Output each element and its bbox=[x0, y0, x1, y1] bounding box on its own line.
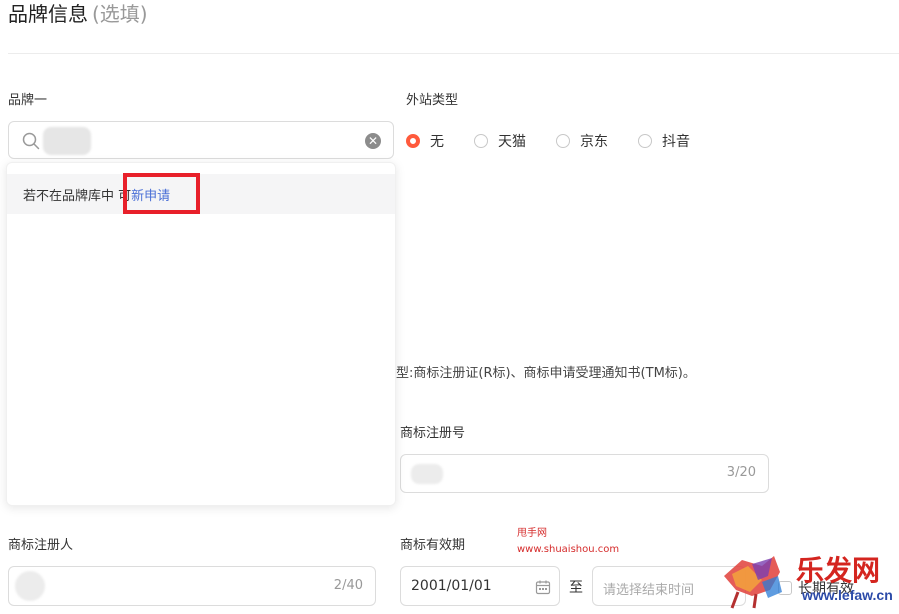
brand-label: 品牌一 bbox=[8, 93, 48, 108]
lefaw-logo: 乐发网 www.lefaw.cn bbox=[724, 554, 892, 609]
calendar-icon bbox=[535, 580, 551, 595]
logo-url: www.lefaw.cn bbox=[801, 587, 892, 603]
not-found-row: 若不在品牌库中 可新申请 bbox=[7, 174, 395, 214]
registrant-input[interactable]: 2/40 bbox=[8, 566, 376, 606]
shuaishou-watermark: 甩手网 www.shuaishou.com bbox=[517, 526, 619, 558]
trademark-number-input[interactable]: 3/20 bbox=[400, 454, 769, 493]
highlight-annotation bbox=[123, 173, 200, 214]
brand-search-input[interactable]: ✕ bbox=[8, 121, 394, 159]
radio-douyin[interactable]: 抖音 bbox=[638, 131, 690, 151]
section-title-text: 品牌信息 bbox=[8, 2, 88, 26]
radio-unchecked-icon bbox=[474, 134, 488, 148]
trademark-number-label: 商标注册号 bbox=[400, 426, 466, 441]
radio-label: 无 bbox=[430, 134, 444, 150]
site-type-label: 外站类型 bbox=[406, 93, 459, 108]
end-date-placeholder: 请选择结束时间 bbox=[603, 583, 695, 598]
radio-jd[interactable]: 京东 bbox=[556, 131, 608, 151]
site-type-radio-group: 无 天猫 京东 抖音 bbox=[406, 131, 720, 151]
registrant-label: 商标注册人 bbox=[8, 538, 74, 553]
radio-label: 抖音 bbox=[662, 134, 690, 150]
radio-unchecked-icon bbox=[556, 134, 570, 148]
validity-start-input[interactable]: 2001/01/01 bbox=[400, 566, 560, 606]
char-counter: 2/40 bbox=[333, 578, 363, 593]
brand-dropdown-panel: 若不在品牌库中 可新申请 bbox=[6, 162, 396, 506]
section-title: 品牌信息 (选填) bbox=[8, 0, 148, 28]
watermark-name: 甩手网 bbox=[517, 528, 547, 539]
date-range-separator: 至 bbox=[569, 580, 583, 596]
trademark-type-notice: 型:商标注册证(R标)、商标申请受理通知书(TM标)。 bbox=[396, 366, 696, 381]
radio-label: 京东 bbox=[580, 134, 608, 150]
clear-circle-icon[interactable]: ✕ bbox=[365, 133, 381, 149]
optional-hint: (选填) bbox=[92, 2, 148, 26]
blurred-value bbox=[411, 464, 443, 484]
validity-label: 商标有效期 bbox=[400, 538, 466, 553]
radio-label: 天猫 bbox=[498, 134, 526, 150]
blurred-search-value bbox=[43, 127, 91, 155]
blurred-value bbox=[15, 571, 45, 601]
radio-tmall[interactable]: 天猫 bbox=[474, 131, 526, 151]
char-counter: 3/20 bbox=[726, 465, 756, 480]
watermark-url: www.shuaishou.com bbox=[517, 544, 620, 555]
radio-unchecked-icon bbox=[638, 134, 652, 148]
search-icon bbox=[22, 132, 40, 150]
start-date-value: 2001/01/01 bbox=[411, 578, 492, 594]
divider bbox=[8, 53, 899, 54]
radio-none[interactable]: 无 bbox=[406, 131, 444, 151]
logo-title: 乐发网 bbox=[796, 554, 880, 587]
radio-checked-icon bbox=[406, 134, 420, 148]
